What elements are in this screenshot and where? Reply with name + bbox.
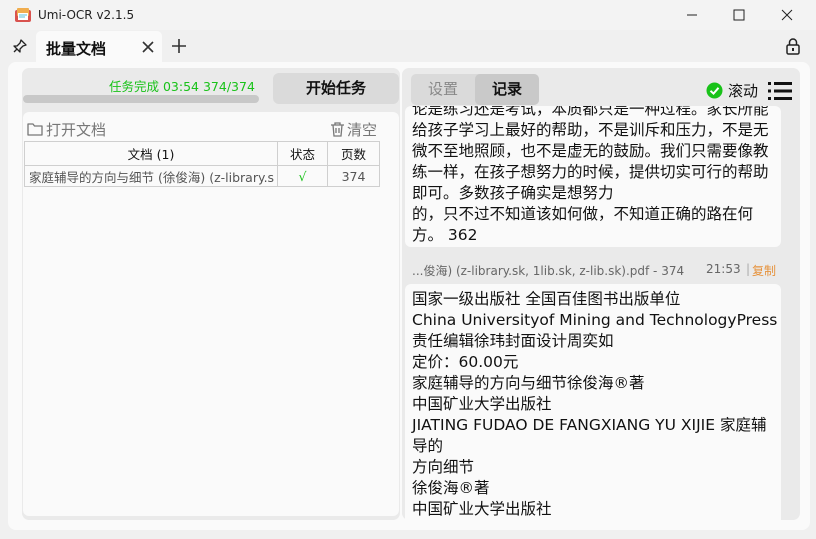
minimize-icon [687, 14, 697, 16]
window-title: Umi-OCR v2.1.5 [38, 8, 135, 22]
tab-close-icon[interactable] [140, 39, 156, 55]
scroll-label: 滚动 [728, 82, 759, 100]
pin-button[interactable] [10, 36, 30, 56]
panel-switcher: 设置 记录 [411, 74, 539, 105]
menu-icon[interactable] [768, 80, 792, 102]
document-table: 文档 (1) 状态 页数 家庭辅导的方向与细节 (徐俊海) (z-library… [24, 141, 380, 187]
record-filename: ...俊海) (z-library.sk, 1lib.sk, z-lib.sk)… [412, 264, 685, 278]
scroll-toggle[interactable]: 滚动 [706, 80, 758, 101]
trash-icon [331, 122, 344, 137]
open-document-button[interactable]: 打开文档 [27, 119, 106, 139]
record-text[interactable]: 论是练习还是考试，本质都只是一种过程。家长所能给孩子学习上最好的帮助，不是训斥和… [412, 106, 780, 246]
record-text[interactable]: 国家一级出版社 全国百佳图书出版单位 China Universityof Mi… [412, 289, 780, 520]
tab-bar: 批量文档 [0, 30, 816, 62]
record-header: ...俊海) (z-library.sk, 1lib.sk, z-lib.sk)… [412, 260, 786, 280]
record-separator: | [746, 262, 751, 276]
tab-settings[interactable]: 设置 [411, 74, 475, 105]
table-header: 文档 (1) 状态 页数 [24, 141, 380, 166]
document-name: 家庭辅导的方向与细节 (徐俊海) (z-library.s [24, 166, 277, 186]
copy-button[interactable]: 复制 [752, 262, 776, 279]
column-header-pages[interactable]: 页数 [327, 142, 380, 165]
maximize-button[interactable] [716, 0, 762, 30]
table-row[interactable]: 家庭辅导的方向与细节 (徐俊海) (z-library.s √ 374 [24, 166, 380, 187]
task-panel: 任务完成 03:54 374/374 开始任务 打开文档 清空 文档 (1) 状… [22, 68, 400, 520]
record-panel: 设置 记录 滚动 论是练习还是考试，本质都只是一种过程。家长所能给孩子学习上最好… [402, 68, 800, 520]
tab-label: 批量文档 [46, 40, 107, 58]
checkbox-checked-icon [706, 82, 723, 99]
app-icon [15, 8, 31, 22]
task-status: 任务完成 03:54 374/374 [109, 79, 255, 94]
column-header-status[interactable]: 状态 [277, 142, 327, 165]
record-card-previous: 论是练习还是考试，本质都只是一种过程。家长所能给孩子学习上最好的帮助，不是训斥和… [405, 106, 781, 247]
record-card-current: 国家一级出版社 全国百佳图书出版单位 China Universityof Mi… [405, 284, 781, 520]
close-icon [781, 9, 793, 21]
progress-fill [23, 95, 259, 103]
close-window-button[interactable] [764, 0, 810, 30]
maximize-icon [733, 9, 745, 21]
title-bar: Umi-OCR v2.1.5 [0, 0, 816, 30]
tab-batch-doc[interactable]: 批量文档 [36, 31, 162, 62]
add-tab-icon[interactable] [170, 37, 188, 55]
document-pages: 374 [327, 166, 380, 186]
record-time: 21:53 [706, 262, 741, 276]
document-status: √ [277, 166, 327, 186]
column-header-document[interactable]: 文档 (1) [24, 142, 277, 165]
lock-icon[interactable] [784, 37, 802, 55]
clear-label: 清空 [347, 120, 378, 139]
document-card: 打开文档 清空 文档 (1) 状态 页数 家庭辅导的方向与细节 (徐俊海) (z… [23, 112, 399, 516]
tab-records[interactable]: 记录 [475, 74, 539, 105]
minimize-button[interactable] [669, 0, 715, 30]
folder-icon [27, 123, 43, 136]
open-document-label: 打开文档 [46, 120, 107, 139]
main-area: 任务完成 03:54 374/374 开始任务 打开文档 清空 文档 (1) 状… [8, 62, 810, 530]
pin-icon [13, 39, 27, 53]
start-task-button[interactable]: 开始任务 [273, 73, 399, 104]
clear-button[interactable]: 清空 [330, 119, 377, 139]
progress-bar [23, 95, 259, 103]
